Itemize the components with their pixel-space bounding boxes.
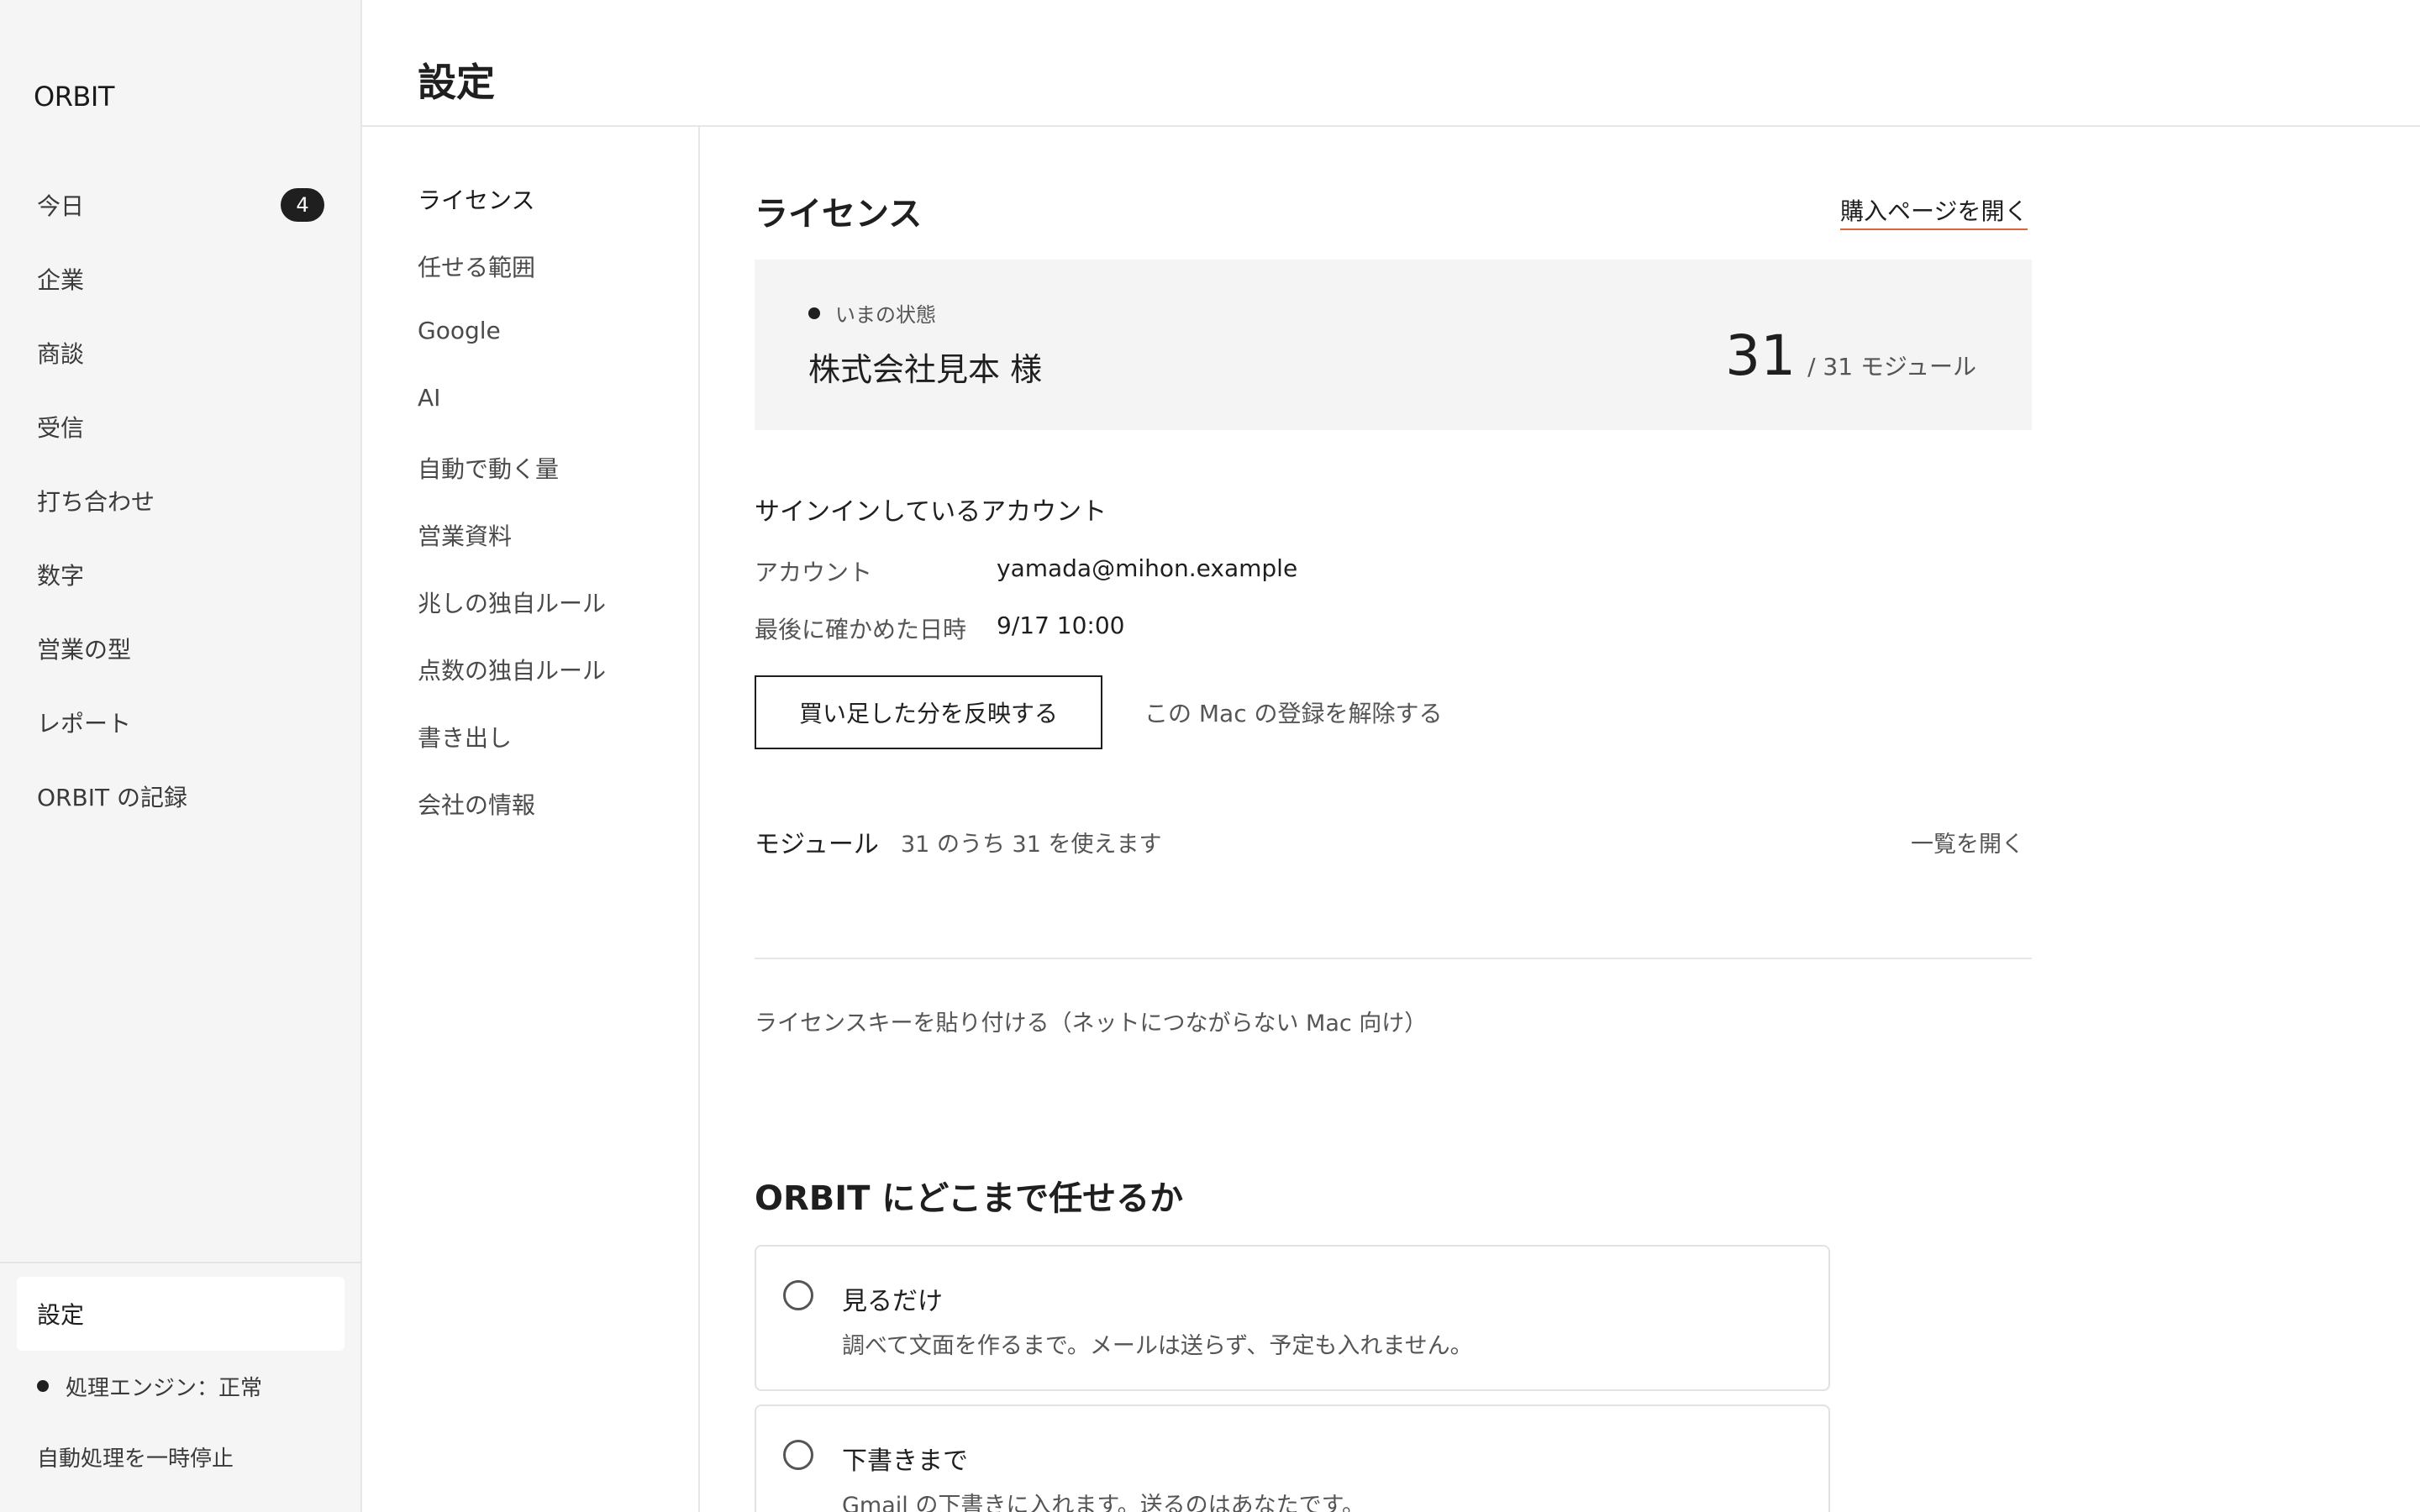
option-description: 調べて文面を作るまで。メールは送らず、予定も入れません。	[842, 1333, 1473, 1359]
today-count-badge: 4	[281, 188, 324, 222]
app-logo: ORBIT	[34, 81, 114, 113]
nav-item-label: 数字	[37, 562, 85, 590]
nav-item-label: ORBIT の記録	[37, 784, 187, 811]
subnav-item-company-info[interactable]: 会社の情報	[418, 787, 535, 821]
content-divider	[755, 958, 2032, 959]
nav-item-meetings[interactable]: 打ち合わせ	[0, 464, 362, 538]
nav-item-today[interactable]: 今日 4	[0, 168, 362, 242]
account-label: アカウント	[755, 559, 873, 586]
account-value: yamada@mihon.example	[997, 554, 1298, 582]
nav-item-label: 今日	[37, 192, 85, 220]
subnav-item-delegation[interactable]: 任せる範囲	[418, 249, 535, 283]
status-dot-icon	[808, 307, 820, 319]
subnav-item-score-rules[interactable]: 点数の独自ルール	[418, 653, 606, 686]
status-label: いまの状態	[808, 298, 936, 328]
nav-item-sales-patterns[interactable]: 営業の型	[0, 612, 362, 685]
delegation-section-title: ORBIT にどこまで任せるか	[755, 1179, 1184, 1218]
paste-license-key-link[interactable]: ライセンスキーを貼り付ける（ネットにつながらない Mac 向け）	[755, 1005, 1427, 1037]
account-heading: サインインしているアカウント	[755, 497, 1107, 527]
engine-status-text: 処理エンジン：正常	[66, 1375, 263, 1401]
reflect-purchases-button[interactable]: 買い足した分を反映する	[755, 675, 1102, 749]
settings-subnav: ライセンス 任せる範囲 Google AI 自動で動く量 営業資料 兆しの独自ル…	[362, 127, 700, 1512]
subnav-item-export[interactable]: 書き出し	[418, 720, 512, 753]
last-checked-label: 最後に確かめた日時	[755, 616, 967, 643]
module-count: 31 / 31 モジュール	[1725, 323, 1976, 388]
delegation-option-view-only[interactable]: 見るだけ 調べて文面を作るまで。メールは送らず、予定も入れません。	[755, 1245, 1830, 1391]
subnav-item-google[interactable]: Google	[418, 317, 501, 344]
option-description: Gmail の下書きに入れます。送るのはあなたです。	[842, 1493, 1365, 1512]
last-checked-value: 9/17 10:00	[997, 612, 1125, 639]
unregister-mac-link[interactable]: この Mac の登録を解除する	[1144, 696, 1443, 729]
delegation-option-draft[interactable]: 下書きまで Gmail の下書きに入れます。送るのはあなたです。	[755, 1404, 1830, 1512]
subnav-item-license[interactable]: ライセンス	[418, 182, 534, 216]
nav-item-reports[interactable]: レポート	[0, 685, 362, 759]
modules-description: 31 のうち 31 を使えます	[901, 832, 1162, 858]
license-status-card: いまの状態 株式会社見本 様 31 / 31 モジュール	[755, 260, 2032, 430]
sidebar-divider	[0, 1262, 362, 1263]
nav-item-label: 打ち合わせ	[37, 488, 155, 516]
main-nav: 今日 4 企業 商談 受信 打ち合わせ 数字 営業の型 レポート ORBIT の…	[0, 168, 362, 833]
nav-item-orbit-log[interactable]: ORBIT の記録	[0, 759, 362, 833]
open-module-list-link[interactable]: 一覧を開く	[1911, 826, 2024, 858]
nav-item-companies[interactable]: 企業	[0, 242, 362, 316]
nav-item-settings[interactable]: 設定	[17, 1277, 345, 1351]
option-title: 見るだけ	[842, 1287, 943, 1316]
nav-item-numbers[interactable]: 数字	[0, 538, 362, 612]
license-section-title: ライセンス	[755, 195, 923, 234]
open-purchase-page-link[interactable]: 購入ページを開く	[1840, 193, 2028, 230]
nav-item-label: 商談	[37, 340, 85, 368]
subnav-item-signal-rules[interactable]: 兆しの独自ルール	[418, 585, 606, 619]
modules-heading: モジュール	[755, 830, 879, 859]
nav-item-label: レポート	[37, 710, 132, 738]
pause-automation-button[interactable]: 自動処理を一時停止	[37, 1441, 234, 1473]
nav-item-deals[interactable]: 商談	[0, 316, 362, 390]
page-title: 設定	[418, 60, 495, 105]
licensee-company: 株式会社見本 様	[808, 351, 1043, 388]
option-title: 下書きまで	[842, 1446, 968, 1476]
subnav-item-sales-materials[interactable]: 営業資料	[418, 518, 512, 552]
subnav-item-ai[interactable]: AI	[418, 384, 440, 412]
nav-item-label: 営業の型	[37, 636, 132, 664]
sidebar: ORBIT 今日 4 企業 商談 受信 打ち合わせ 数字 営業の型 レポート O…	[0, 0, 362, 1512]
nav-item-inbox[interactable]: 受信	[0, 390, 362, 464]
status-dot-icon	[37, 1380, 49, 1392]
module-count-total: / 31 モジュール	[1807, 353, 1976, 381]
nav-item-label: 企業	[37, 266, 85, 294]
nav-item-label: 受信	[37, 414, 85, 442]
subnav-item-auto-volume[interactable]: 自動で動く量	[418, 451, 559, 485]
engine-status: 処理エンジン：正常	[37, 1369, 262, 1403]
radio-button[interactable]	[783, 1440, 813, 1470]
radio-button[interactable]	[783, 1280, 813, 1310]
module-count-number: 31	[1725, 323, 1797, 388]
status-label-text: いまの状態	[835, 303, 936, 327]
